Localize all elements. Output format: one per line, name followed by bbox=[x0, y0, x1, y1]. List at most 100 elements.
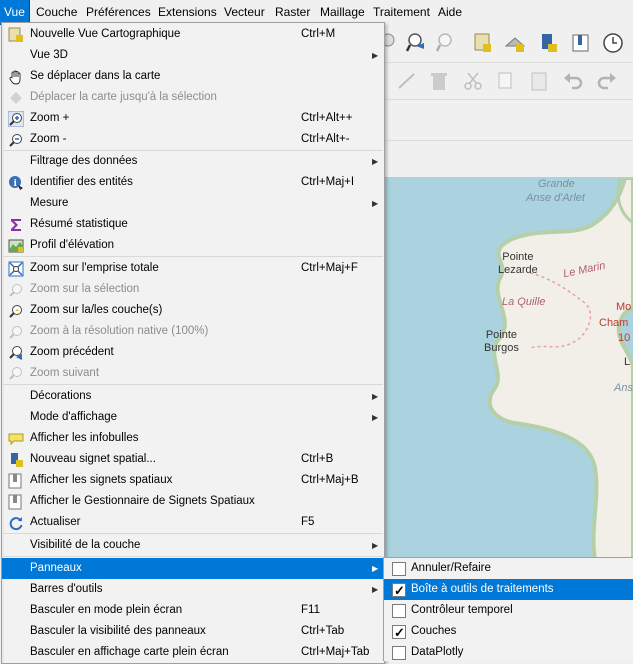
submenu-arrow-icon: ▶ bbox=[372, 51, 379, 60]
menu-traitement[interactable]: Traitement bbox=[369, 0, 434, 24]
submenu-arrow-icon: ▶ bbox=[372, 157, 379, 166]
paste-icon[interactable] bbox=[528, 70, 550, 92]
copy-icon[interactable] bbox=[494, 70, 516, 92]
map-label-peak-2: Cham bbox=[599, 317, 629, 329]
checkmark-icon: ✓ bbox=[394, 625, 405, 640]
menu-item-nouveau-signet[interactable]: Nouveau signet spatial... Ctrl+B bbox=[2, 449, 384, 470]
menu-item-zoom-in[interactable]: Zoom + Ctrl+Alt++ bbox=[2, 108, 384, 129]
menu-extensions[interactable]: Extensions bbox=[154, 0, 221, 24]
menu-couche[interactable]: Couche bbox=[32, 0, 81, 24]
menu-item-label: Afficher le Gestionnaire de Signets Spat… bbox=[30, 495, 255, 507]
zoom-last-icon bbox=[9, 346, 22, 360]
menu-item-actualiser[interactable]: Actualiser F5 bbox=[2, 512, 384, 533]
menu-item-panneaux[interactable]: Panneaux ▶ bbox=[2, 558, 384, 579]
menu-item-zoom-last[interactable]: Zoom précédent bbox=[2, 342, 384, 363]
menu-item-afficher-signets[interactable]: Afficher les signets spatiaux Ctrl+Maj+B bbox=[2, 470, 384, 491]
menu-item-label: Résumé statistique bbox=[30, 218, 128, 230]
map-canvas[interactable]: Grande Anse d'Arlet Pointe Lezarde Le Ma… bbox=[380, 178, 633, 560]
new-bookmark-icon[interactable] bbox=[472, 32, 494, 54]
menu-item-zoom-next[interactable]: Zoom suivant bbox=[2, 363, 384, 384]
checkbox[interactable] bbox=[392, 646, 406, 660]
menu-item-label: Zoom à la résolution native (100%) bbox=[30, 325, 209, 337]
menu-item-plein-ecran[interactable]: Basculer en mode plein écran F11 bbox=[2, 600, 384, 621]
submenu-item-couches[interactable]: ✓ Couches bbox=[384, 621, 633, 642]
menu-preferences[interactable]: Préférences bbox=[82, 0, 155, 24]
zoom-last-icon[interactable] bbox=[406, 32, 428, 54]
menu-raster[interactable]: Raster bbox=[271, 0, 314, 24]
temporal-clock-icon[interactable] bbox=[602, 32, 624, 54]
menu-item-shortcut: Ctrl+M bbox=[301, 28, 336, 40]
menu-item-label: Déplacer la carte jusqu'à la sélection bbox=[30, 91, 217, 103]
menu-item-label: Vue 3D bbox=[30, 49, 68, 61]
menu-item-label: Actualiser bbox=[30, 516, 81, 528]
menu-item-identifier[interactable]: i Identifier des entités Ctrl+Maj+I bbox=[2, 172, 384, 193]
show-bookmarks-icon[interactable] bbox=[504, 32, 526, 54]
undo-icon[interactable] bbox=[562, 70, 584, 92]
menu-item-label: Basculer la visibilité des panneaux bbox=[30, 625, 206, 637]
toolbar-row-3 bbox=[380, 100, 633, 141]
map-navigation-toolbar bbox=[380, 24, 633, 63]
menu-item-vue-3d[interactable]: Vue 3D ▶ bbox=[2, 45, 384, 66]
menu-item-filtrage[interactable]: Filtrage des données ▶ bbox=[2, 151, 384, 172]
menu-item-infobulles[interactable]: Afficher les infobulles bbox=[2, 428, 384, 449]
menu-item-zoom-native[interactable]: Zoom à la résolution native (100%) bbox=[2, 321, 384, 342]
zoom-next-icon[interactable] bbox=[436, 32, 458, 54]
menu-item-pan-to-selection[interactable]: Déplacer la carte jusqu'à la sélection bbox=[2, 87, 384, 108]
node-tool-icon[interactable] bbox=[396, 70, 418, 92]
menu-item-resume-statistique[interactable]: Résumé statistique bbox=[2, 214, 384, 235]
map-tips-icon bbox=[8, 433, 24, 446]
svg-text:i: i bbox=[14, 179, 18, 189]
menu-item-mode-affichage[interactable]: Mode d'affichage ▶ bbox=[2, 407, 384, 428]
cut-icon[interactable] bbox=[462, 70, 484, 92]
menu-item-label: Filtrage des données bbox=[30, 155, 138, 167]
menu-item-visibilite-couche[interactable]: Visibilité de la couche ▶ bbox=[2, 535, 384, 556]
submenu-arrow-icon: ▶ bbox=[372, 413, 379, 422]
menu-vecteur[interactable]: Vecteur bbox=[220, 0, 269, 24]
menu-aide[interactable]: Aide bbox=[434, 0, 466, 24]
checkbox[interactable] bbox=[392, 562, 406, 576]
menu-item-zoom-full[interactable]: Zoom sur l'emprise totale Ctrl+Maj+F bbox=[2, 258, 384, 279]
menu-item-label: Afficher les signets spatiaux bbox=[30, 474, 173, 486]
elevation-profile-icon bbox=[8, 239, 24, 253]
menu-item-decorations[interactable]: Décorations ▶ bbox=[2, 386, 384, 407]
submenu-item-boite-outils[interactable]: ✓ Boîte à outils de traitements bbox=[384, 579, 633, 600]
menu-item-zoom-selection[interactable]: Zoom sur la sélection bbox=[2, 279, 384, 300]
submenu-item-controleur-temporel[interactable]: Contrôleur temporel bbox=[384, 600, 633, 621]
menu-item-label: Profil d'élévation bbox=[30, 239, 115, 251]
menu-item-shortcut: Ctrl+Tab bbox=[301, 625, 345, 637]
menu-item-visibilite-panneaux[interactable]: Basculer la visibilité des panneaux Ctrl… bbox=[2, 621, 384, 642]
menu-item-mesure[interactable]: Mesure ▶ bbox=[2, 193, 384, 214]
menu-item-barres-outils[interactable]: Barres d'outils ▶ bbox=[2, 579, 384, 600]
menu-item-label: Zoom sur l'emprise totale bbox=[30, 262, 159, 274]
submenu-item-label: Boîte à outils de traitements bbox=[411, 583, 554, 595]
checkbox[interactable]: ✓ bbox=[392, 625, 406, 640]
menu-vue[interactable]: Vue bbox=[0, 0, 30, 25]
bookmark-manager-icon[interactable] bbox=[538, 32, 560, 54]
submenu-item-annuler-refaire[interactable]: Annuler/Refaire bbox=[384, 558, 633, 579]
checkbox[interactable]: ✓ bbox=[392, 583, 406, 598]
redo-icon[interactable] bbox=[596, 70, 618, 92]
menu-item-zoom-out[interactable]: Zoom - Ctrl+Alt+- bbox=[2, 129, 384, 150]
checkmark-icon: ✓ bbox=[394, 583, 405, 598]
menu-separator bbox=[3, 256, 383, 257]
map-label-l: L bbox=[624, 356, 631, 368]
menu-item-shortcut: Ctrl+Alt+- bbox=[301, 133, 350, 145]
submenu-item-label: Annuler/Refaire bbox=[411, 562, 491, 574]
bookmark-manager-icon bbox=[8, 494, 22, 510]
menu-item-nouvelle-vue[interactable]: Nouvelle Vue Cartographique Ctrl+M bbox=[2, 24, 384, 45]
zoom-next-icon bbox=[9, 367, 22, 380]
map-label-peak-3: 10 bbox=[618, 332, 631, 344]
menu-item-pan[interactable]: Se déplacer dans la carte bbox=[2, 66, 384, 87]
menu-item-zoom-layer[interactable]: Zoom sur la/les couche(s) bbox=[2, 300, 384, 321]
delete-icon[interactable] bbox=[428, 70, 450, 92]
checkbox[interactable] bbox=[392, 604, 406, 618]
menu-maillage[interactable]: Maillage bbox=[316, 0, 369, 24]
submenu-arrow-icon: ▶ bbox=[372, 199, 379, 208]
menu-item-label: Nouvelle Vue Cartographique bbox=[30, 28, 181, 40]
menu-item-gestionnaire-signets[interactable]: Afficher le Gestionnaire de Signets Spat… bbox=[2, 491, 384, 512]
map-label-grande: Grande bbox=[538, 178, 575, 190]
menu-item-profil-elevation[interactable]: Profil d'élévation bbox=[2, 235, 384, 256]
menu-item-label: Décorations bbox=[30, 390, 92, 402]
menu-item-label: Mode d'affichage bbox=[30, 411, 118, 423]
bookmarks-book-icon[interactable] bbox=[570, 32, 592, 54]
